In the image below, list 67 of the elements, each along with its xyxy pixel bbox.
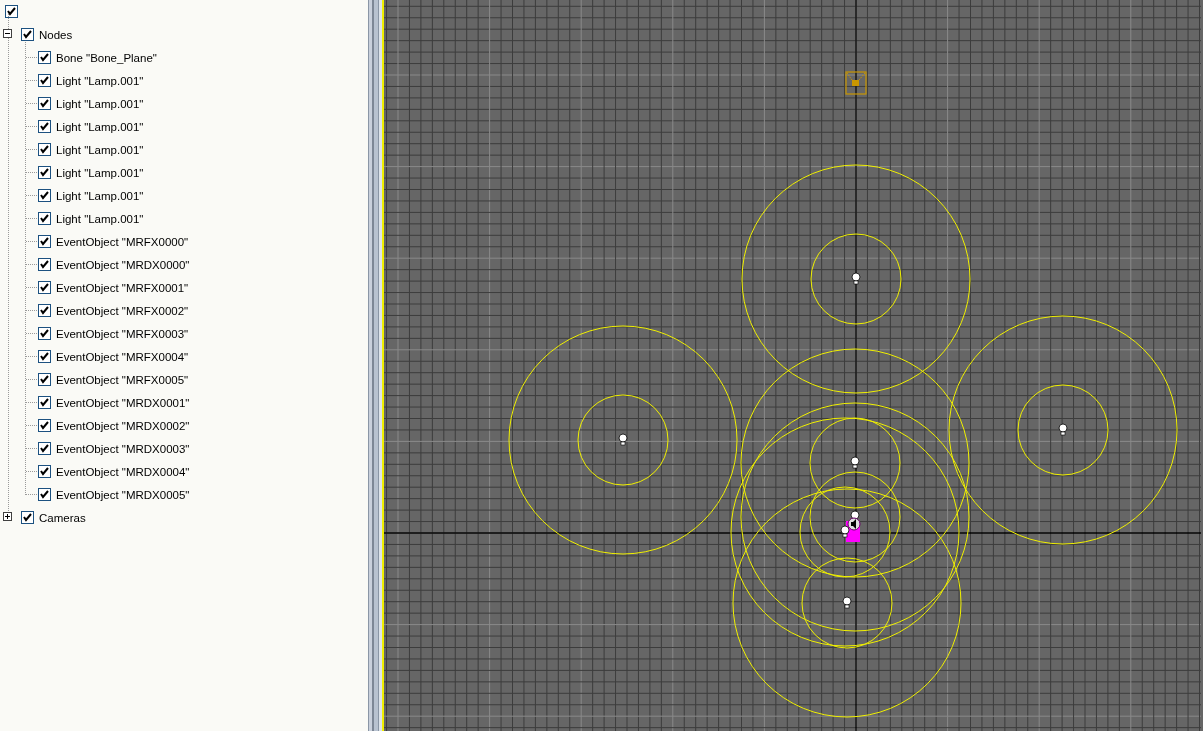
- checkbox[interactable]: [38, 442, 51, 455]
- tree-item-label[interactable]: EventObject "MRDX0002": [56, 419, 190, 432]
- checkbox[interactable]: [38, 258, 51, 271]
- range-circle[interactable]: [810, 233, 902, 325]
- light-bulb-icon[interactable]: [1058, 423, 1068, 436]
- tree-item-label[interactable]: EventObject "MRFX0002": [56, 304, 189, 317]
- checkbox[interactable]: [38, 327, 51, 340]
- checkbox[interactable]: [38, 350, 51, 363]
- checkbox[interactable]: [38, 419, 51, 432]
- tree-item-label[interactable]: EventObject "MRDX0003": [56, 442, 190, 455]
- range-circle[interactable]: [730, 417, 960, 647]
- checkbox[interactable]: [21, 511, 34, 524]
- tree-item-label[interactable]: Light "Lamp.001": [56, 120, 144, 133]
- tree-item-label[interactable]: EventObject "MRFX0000": [56, 235, 189, 248]
- checkbox[interactable]: [38, 97, 51, 110]
- tree-item-label[interactable]: Light "Lamp.001": [56, 143, 144, 156]
- range-circle[interactable]: [809, 417, 901, 509]
- checkbox[interactable]: [38, 189, 51, 202]
- tree-item-label[interactable]: EventObject "MRDX0001": [56, 396, 190, 409]
- light-bulb-icon[interactable]: [842, 596, 852, 609]
- range-circle[interactable]: [801, 557, 893, 649]
- tree-item-label[interactable]: Bone "Bone_Plane": [56, 51, 157, 64]
- checkbox[interactable]: [38, 51, 51, 64]
- checkbox[interactable]: [38, 143, 51, 156]
- range-circle[interactable]: [1017, 384, 1109, 476]
- tree-item-label[interactable]: EventObject "MRDX0004": [56, 465, 190, 478]
- tree-item-label[interactable]: Light "Lamp.001": [56, 74, 144, 87]
- splitter-handle[interactable]: [366, 0, 382, 731]
- tree-item-label[interactable]: EventObject "MRFX0001": [56, 281, 189, 294]
- tree-item-label[interactable]: Nodes: [39, 28, 73, 41]
- tree-item-label[interactable]: Light "Lamp.001": [56, 97, 144, 110]
- checkbox[interactable]: [38, 281, 51, 294]
- range-circle[interactable]: [740, 348, 970, 578]
- tree-item-label[interactable]: Light "Lamp.001": [56, 212, 144, 225]
- checkbox[interactable]: [38, 396, 51, 409]
- range-circle[interactable]: [740, 402, 970, 632]
- tree-item-label[interactable]: Light "Lamp.001": [56, 166, 144, 179]
- checkbox[interactable]: [38, 488, 51, 501]
- tree-item-label[interactable]: EventObject "MRFX0005": [56, 373, 189, 386]
- checkbox[interactable]: [38, 212, 51, 225]
- tree-item-label[interactable]: EventObject "MRDX0000": [56, 258, 190, 271]
- light-bulb-icon[interactable]: [850, 456, 860, 469]
- checkbox[interactable]: [38, 304, 51, 317]
- range-circle[interactable]: [577, 394, 669, 486]
- tree-item-label[interactable]: Light "Lamp.001": [56, 189, 144, 202]
- tree-item-label[interactable]: Cameras: [39, 511, 86, 524]
- checkbox[interactable]: [5, 5, 18, 18]
- range-circle[interactable]: [809, 471, 901, 563]
- checkbox[interactable]: [38, 120, 51, 133]
- range-circle[interactable]: [799, 486, 891, 578]
- checkbox[interactable]: [38, 74, 51, 87]
- light-bulb-icon[interactable]: [851, 272, 861, 285]
- speaker-icon[interactable]: [847, 517, 861, 531]
- tree-item-label[interactable]: EventObject "MRDX0005": [56, 488, 190, 501]
- collapse-icon[interactable]: [3, 29, 12, 38]
- checkbox[interactable]: [38, 373, 51, 386]
- expand-icon[interactable]: [3, 512, 12, 521]
- tree-item-label[interactable]: EventObject "MRFX0004": [56, 350, 189, 363]
- light-bulb-icon[interactable]: [840, 525, 850, 538]
- camera-icon[interactable]: [845, 71, 867, 95]
- checkbox[interactable]: [38, 465, 51, 478]
- range-circle[interactable]: [732, 488, 962, 718]
- checkbox[interactable]: [38, 166, 51, 179]
- tree-item-label[interactable]: EventObject "MRFX0003": [56, 327, 189, 340]
- checkbox[interactable]: [38, 235, 51, 248]
- light-bulb-icon[interactable]: [618, 433, 628, 446]
- checkbox[interactable]: [21, 28, 34, 41]
